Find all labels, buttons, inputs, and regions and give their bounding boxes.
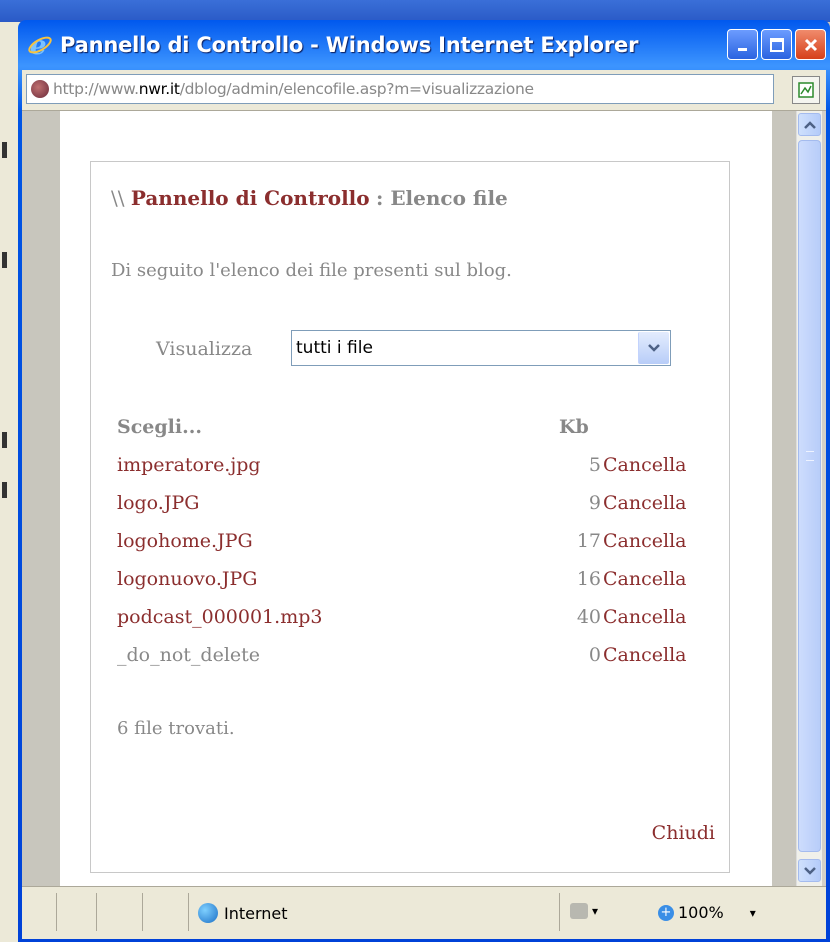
table-row: logonuovo.JPG 16 Cancella	[91, 568, 731, 604]
page-viewport: \\ Pannello di Controllo : Elenco file D…	[22, 111, 826, 886]
files-found-count: 6 file trovati.	[117, 718, 235, 739]
file-link[interactable]: imperatore.jpg	[117, 454, 261, 476]
desktop-background	[0, 0, 830, 22]
status-cell	[56, 893, 97, 931]
delete-link[interactable]: Cancella	[603, 568, 686, 590]
desktop-background-left	[0, 22, 20, 942]
file-size: 17	[576, 530, 601, 552]
page-globe-icon	[31, 80, 49, 98]
address-field[interactable]: http://www.nwr.it/dblog/admin/elencofile…	[26, 74, 774, 104]
zoom-icon: +	[658, 904, 674, 921]
title-brand: Pannello di Controllo	[130, 186, 370, 210]
status-bar: Internet ▾ + 100% ▾	[22, 886, 826, 939]
scroll-down-button[interactable]	[798, 859, 821, 882]
file-link[interactable]: podcast_000001.mp3	[117, 606, 322, 628]
status-cell	[142, 893, 189, 931]
maximize-button[interactable]	[761, 29, 792, 60]
title-bar[interactable]: e Pannello di Controllo - Windows Intern…	[22, 20, 826, 70]
filter-selected-value: tutti i file	[296, 338, 373, 358]
file-size: 16	[576, 568, 601, 590]
zoom-level: 100%	[678, 903, 724, 922]
file-name-system: _do_not_delete	[117, 644, 261, 666]
page-content: \\ Pannello di Controllo : Elenco file D…	[60, 111, 772, 886]
delete-link[interactable]: Cancella	[603, 606, 686, 628]
filter-select[interactable]: tutti i file	[291, 330, 671, 366]
status-cell	[22, 893, 57, 931]
address-bar: http://www.nwr.it/dblog/admin/elencofile…	[22, 70, 826, 111]
scroll-thumb[interactable]	[798, 140, 821, 852]
table-row: _do_not_delete 0 Cancella	[91, 644, 731, 680]
file-link[interactable]: logonuovo.JPG	[117, 568, 258, 590]
filter-label: Visualizza	[156, 338, 253, 360]
page-background: \\ Pannello di Controllo : Elenco file D…	[22, 111, 796, 886]
file-link[interactable]: logo.JPG	[117, 492, 199, 514]
status-cell	[96, 893, 143, 931]
address-url: http://www.nwr.it/dblog/admin/elencofile…	[53, 80, 534, 98]
protected-mode-button[interactable]: ▾	[570, 903, 598, 919]
table-row: imperatore.jpg 5 Cancella	[91, 454, 731, 490]
title-section: : Elenco file	[375, 186, 508, 210]
table-row: podcast_000001.mp3 40 Cancella	[91, 606, 731, 642]
table-row: logohome.JPG 17 Cancella	[91, 530, 731, 566]
delete-link[interactable]: Cancella	[603, 644, 686, 666]
minimize-button[interactable]	[727, 29, 758, 60]
scroll-up-button[interactable]	[798, 113, 821, 136]
column-header-name: Scegli...	[117, 416, 202, 438]
internet-explorer-icon: e	[26, 31, 54, 59]
file-size: 5	[588, 454, 601, 476]
close-button[interactable]	[795, 29, 826, 60]
file-size: 0	[588, 644, 601, 666]
browser-window: e Pannello di Controllo - Windows Intern…	[18, 20, 830, 942]
intro-text: Di seguito l'elenco dei file presenti su…	[111, 260, 512, 281]
file-list-panel: \\ Pannello di Controllo : Elenco file D…	[90, 161, 730, 873]
close-link[interactable]: Chiudi	[652, 822, 715, 844]
window-title: Pannello di Controllo - Windows Internet…	[60, 33, 639, 57]
delete-link[interactable]: Cancella	[603, 492, 686, 514]
file-size: 9	[588, 492, 601, 514]
chevron-down-icon[interactable]	[638, 332, 669, 364]
chevron-down-icon: ▾	[592, 904, 599, 918]
delete-link[interactable]: Cancella	[603, 530, 686, 552]
page-title: \\ Pannello di Controllo : Elenco file	[111, 186, 508, 210]
status-divider	[558, 893, 560, 931]
vertical-scrollbar[interactable]	[796, 111, 822, 886]
table-row: logo.JPG 9 Cancella	[91, 492, 731, 528]
zone-label: Internet	[224, 903, 288, 923]
shield-icon	[570, 903, 588, 919]
column-header-kb: Kb	[559, 416, 589, 438]
compatibility-view-icon[interactable]	[792, 76, 820, 104]
zoom-control[interactable]: + 100% ▾	[658, 903, 756, 922]
internet-globe-icon	[198, 903, 218, 923]
security-zone[interactable]: Internet	[198, 903, 288, 923]
window-client-area: http://www.nwr.it/dblog/admin/elencofile…	[22, 70, 826, 939]
file-link[interactable]: logohome.JPG	[117, 530, 253, 552]
delete-link[interactable]: Cancella	[603, 454, 686, 476]
chevron-down-icon: ▾	[749, 905, 756, 920]
file-size: 40	[576, 606, 601, 628]
